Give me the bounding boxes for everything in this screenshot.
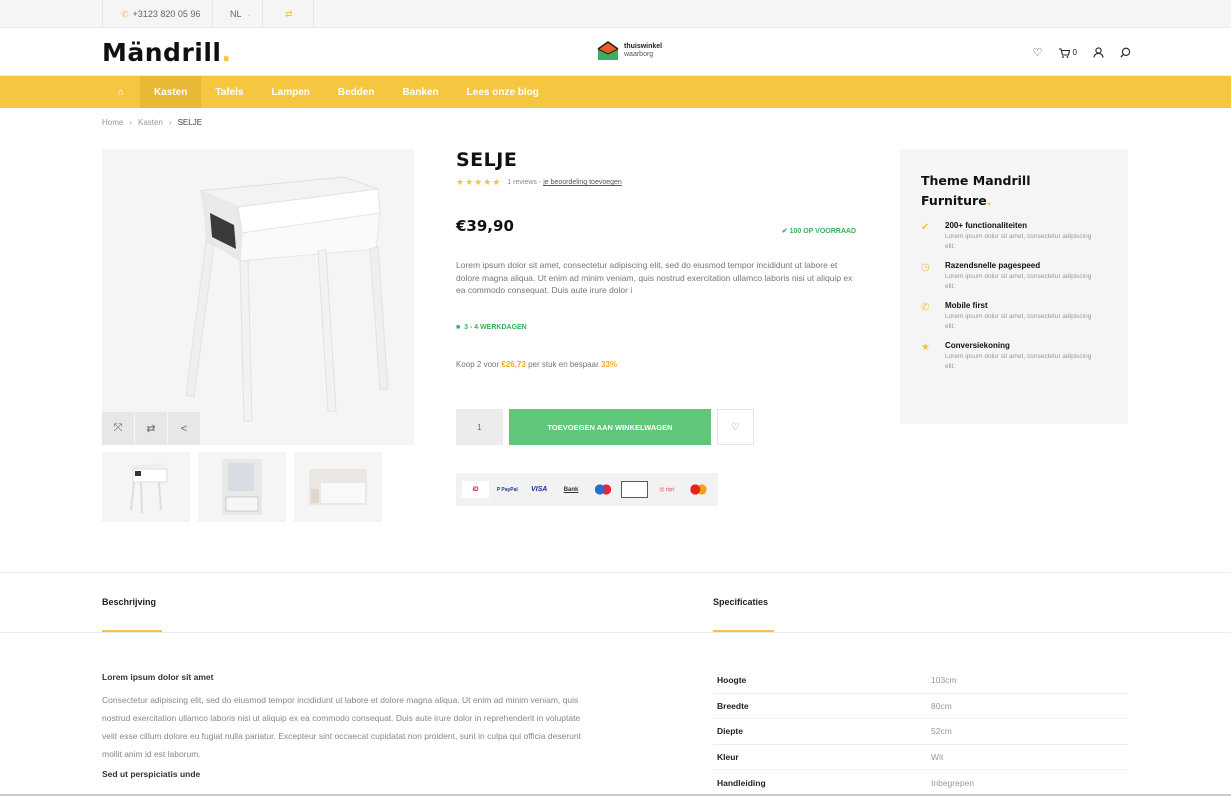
maestro-icon xyxy=(589,481,617,498)
nightstand-image xyxy=(185,176,389,422)
cart-button[interactable]: 0 xyxy=(1058,47,1077,58)
mastercard-icon xyxy=(685,481,713,498)
star-icon: ★ xyxy=(921,342,930,353)
thumbnail-1[interactable] xyxy=(102,452,190,522)
spec-row: Kleur Wit xyxy=(713,745,1128,770)
thumbnail-3[interactable] xyxy=(294,452,382,522)
share-icon[interactable]: < xyxy=(168,412,201,445)
product-title: SELJE xyxy=(456,149,518,171)
user-icon[interactable] xyxy=(1093,47,1104,58)
tab-specifications[interactable]: Specificaties xyxy=(713,597,768,607)
stock-status: ✔ 100 OP VOORRAAD xyxy=(781,228,856,235)
heart-icon: ♡ xyxy=(731,421,740,433)
checkmark-icon: ✔ xyxy=(921,222,930,233)
add-review-link[interactable]: je beoordeling toevoegen xyxy=(543,179,622,186)
description-subheading: Sed ut perspiciatis unde xyxy=(102,769,201,779)
nav-item-lampen[interactable]: Lampen xyxy=(258,76,324,108)
nav-item-bedden[interactable]: Bedden xyxy=(324,76,389,108)
tab-description[interactable]: Beschrijving xyxy=(102,597,156,607)
thumbnail-strip xyxy=(102,452,382,522)
divider xyxy=(0,572,1231,573)
thumbnail-bedroom-image xyxy=(309,469,367,505)
delivery-time: ■ 3 - 4 WERKDAGEN xyxy=(456,324,527,331)
gallery-toolbar: ⤧ ⇄ < xyxy=(102,412,201,445)
usp-sidebar: Theme Mandrill Furniture. ✔ 200+ function… xyxy=(900,149,1128,424)
breadcrumb-home[interactable]: Home xyxy=(102,118,123,127)
usp-item: ✆ Mobile first Lorem ipsum dolor sit amet… xyxy=(921,301,1092,330)
breadcrumb-separator: › xyxy=(168,118,172,127)
spec-row: Handleiding Inbegrepen xyxy=(717,777,975,788)
phone-link[interactable]: ✆ +3123 820 05 96 xyxy=(102,0,212,28)
breadcrumb: Home › Kasten › SELJE xyxy=(102,118,202,127)
thuiswinkel-logo-icon xyxy=(597,41,619,60)
usp-item: ✔ 200+ functionaliteiten Lorem ipsum dolo… xyxy=(921,221,1092,250)
reviews-count: 1 reviews - xyxy=(507,179,542,186)
breadcrumb-separator: › xyxy=(129,118,133,127)
paypal-icon: P PayPal xyxy=(496,486,518,493)
compare-link[interactable]: ⇄ xyxy=(262,0,314,28)
search-icon[interactable] xyxy=(1120,47,1131,58)
truck-icon: ■ xyxy=(456,324,461,331)
giropay-icon xyxy=(621,481,649,498)
description-content: Lorem ipsum dolor sit amet Consectetur a… xyxy=(102,672,582,779)
top-bar: ✆ +3123 820 05 96 NL ⌄ ⇄ xyxy=(0,0,1231,28)
bank-transfer-icon: Bank xyxy=(563,486,579,493)
wishlist-button[interactable]: ♡ xyxy=(717,409,754,445)
wishlist-heart-icon[interactable]: ♡ xyxy=(1033,46,1043,59)
payment-methods: iD P PayPal VISA Bank @ rtpt xyxy=(456,473,718,506)
usp-item: ◷ Razendsnelle pagespeed Lorem ipsum dolo… xyxy=(921,261,1092,290)
product-description: Lorem ipsum dolor sit amet, consectetur … xyxy=(456,260,853,295)
product-info: SELJE ★★★★★ 1 reviews - je beoordeling t… xyxy=(456,149,860,506)
rating-stars: ★★★★★ xyxy=(456,177,502,187)
thumbnail-room-image xyxy=(222,459,262,515)
description-body: Consectetur adipiscing elit, sed do eius… xyxy=(102,695,581,759)
product-main-image[interactable] xyxy=(102,149,414,445)
nav-item-tafels[interactable]: Tafels xyxy=(201,76,257,108)
clock-icon: ◷ xyxy=(921,262,930,273)
chevron-down-icon: ⌄ xyxy=(246,11,252,18)
cart-icon xyxy=(1058,47,1070,58)
thumbnail-2[interactable] xyxy=(198,452,286,522)
quantity-input[interactable]: 1 xyxy=(456,409,503,445)
add-to-cart-button[interactable]: TOEVOEGEN AAN WINKELWAGEN xyxy=(509,409,711,445)
breadcrumb-kasten[interactable]: Kasten xyxy=(138,118,163,127)
description-heading: Lorem ipsum dolor sit amet xyxy=(102,672,214,682)
usp-item: ★ Conversiekoning Lorem ipsum dolor sit a… xyxy=(921,341,1092,370)
nav-item-kasten[interactable]: Kasten xyxy=(140,76,202,108)
product-price: €39,90 xyxy=(456,217,514,235)
visa-icon: VISA xyxy=(531,486,548,493)
spec-row: Diepte 52cm xyxy=(713,719,1128,745)
thumbnail-nightstand-image xyxy=(127,463,168,514)
brand-logo[interactable]: Mändrill. xyxy=(102,38,231,67)
rating-row: ★★★★★ 1 reviews - je beoordeling toevoeg… xyxy=(456,177,860,188)
phone-icon: ✆ xyxy=(121,8,129,19)
header: Mändrill. thuiswinkel waarborg ♡ 0 xyxy=(0,28,1231,76)
bulk-offer: Koop 2 voor €26,73 per stuk en bespaar 3… xyxy=(456,360,618,369)
nav-item-banken[interactable]: Banken xyxy=(389,76,453,108)
spec-row: Hoogte 103cm xyxy=(713,668,1128,694)
usp-title: Theme Mandrill Furniture. xyxy=(921,173,1031,208)
expand-icon[interactable]: ⤧ xyxy=(102,412,135,445)
compare-icon: ⇄ xyxy=(285,8,293,19)
main-nav: ⌂ Kasten Tafels Lampen Bedden Banken Lee… xyxy=(0,76,1231,108)
check-icon: ✔ xyxy=(781,228,788,235)
nav-item-blog[interactable]: Lees onze blog xyxy=(453,76,553,108)
language-selector[interactable]: NL ⌄ xyxy=(212,0,262,28)
compare-icon[interactable]: ⇄ xyxy=(135,412,168,445)
phone-icon: ✆ xyxy=(921,302,930,313)
breadcrumb-current: SELJE xyxy=(177,118,203,127)
specifications-table: Hoogte 103cm Breedte 80cm Diepte 52cm Kleur… xyxy=(713,668,1128,796)
thuiswinkel-badge[interactable]: thuiswinkel waarborg xyxy=(596,41,662,61)
divider xyxy=(0,632,1231,633)
spec-row: Breedte 80cm xyxy=(713,694,1128,719)
cart-count: 0 xyxy=(1072,48,1077,57)
ideal-icon: iD xyxy=(462,481,489,498)
nav-home[interactable]: ⌂ xyxy=(102,76,140,108)
home-icon: ⌂ xyxy=(117,86,125,98)
sofort-icon: @ rtpt xyxy=(659,486,674,493)
